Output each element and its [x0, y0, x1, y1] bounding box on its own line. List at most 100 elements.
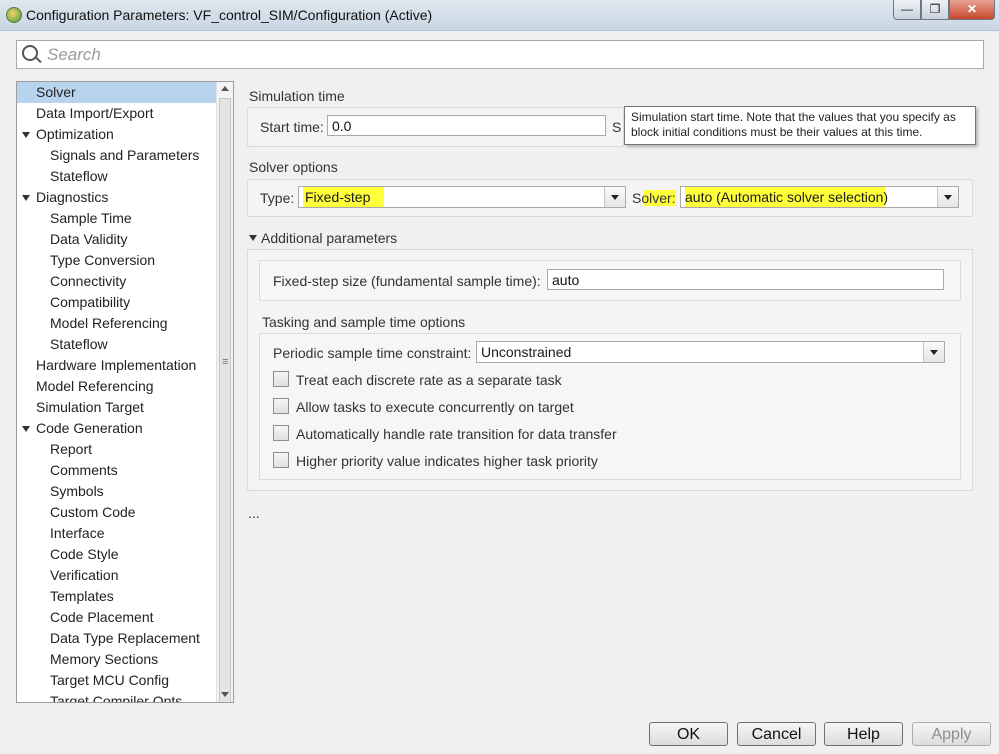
fixed-step-size-label: Fixed-step size (fundamental sample time… — [273, 273, 541, 289]
tree-item-label: Type Conversion — [50, 252, 156, 268]
tree-item[interactable]: Model Referencing — [17, 313, 168, 334]
tree-item[interactable]: Comments — [17, 460, 118, 481]
tree-item-label: Simulation Target — [36, 399, 144, 415]
checkbox-priority-label[interactable]: Higher priority value indicates higher t… — [296, 453, 598, 469]
collapse-triangle-icon[interactable] — [249, 235, 257, 241]
start-time-label: Start time: — [260, 119, 324, 135]
maximize-button[interactable]: ❐ — [921, 0, 949, 20]
chevron-down-icon[interactable] — [923, 342, 944, 362]
checkbox-rate-transition-label[interactable]: Automatically handle rate transition for… — [296, 426, 617, 442]
tree-item[interactable]: Custom Code — [17, 502, 136, 523]
tree-item[interactable]: Templates — [17, 586, 114, 607]
chevron-down-icon[interactable] — [937, 187, 958, 207]
checkbox-separate-task-label[interactable]: Treat each discrete rate as a separate t… — [296, 372, 562, 388]
tree-item[interactable]: Sample Time — [17, 208, 132, 229]
tree-item-label: Data Import/Export — [36, 105, 154, 121]
tree-item[interactable]: Stateflow — [17, 334, 108, 355]
solver-label-text: Solver: — [632, 190, 676, 206]
tree-item[interactable]: Memory Sections — [17, 649, 158, 670]
tree-item[interactable]: Report — [17, 439, 92, 460]
scrollbar-grip-icon: ≡ — [222, 356, 229, 368]
title-bar[interactable]: Configuration Parameters: VF_control_SIM… — [0, 0, 999, 31]
tree-item[interactable]: Stateflow — [17, 166, 108, 187]
simulink-app-icon — [6, 7, 22, 23]
tree-item-label: Compatibility — [50, 294, 131, 310]
tree-item[interactable]: Compatibility — [17, 292, 130, 313]
tree-item-label: Target MCU Config — [50, 672, 170, 688]
tree-item-label: Optimization — [36, 126, 114, 142]
cancel-button[interactable]: Cancel — [737, 722, 816, 746]
scroll-up-arrow-icon[interactable] — [221, 86, 229, 91]
tree-scrollbar[interactable]: ≡ — [216, 82, 233, 702]
dialog-button-bar: OK Cancel Help Apply — [0, 712, 999, 754]
tree-item[interactable]: Type Conversion — [17, 250, 155, 271]
solver-type-label: Type: — [260, 190, 295, 206]
window-title: Configuration Parameters: VF_control_SIM… — [26, 7, 433, 23]
tree-item[interactable]: Optimization — [17, 124, 114, 145]
search-input[interactable] — [45, 43, 969, 67]
solver-options-heading: Solver options — [249, 159, 338, 175]
tree-item[interactable]: Data Type Replacement — [17, 628, 200, 649]
periodic-constraint-dropdown[interactable]: Unconstrained — [476, 341, 945, 363]
expand-triangle-icon[interactable] — [22, 132, 30, 138]
solver-dropdown[interactable]: auto (Automatic solver selection) — [680, 186, 959, 208]
tree-item[interactable]: Diagnostics — [17, 187, 108, 208]
checkbox-rate-transition[interactable] — [273, 425, 289, 441]
configuration-dialog: Configuration Parameters: VF_control_SIM… — [0, 0, 999, 754]
tree-item[interactable]: Simulation Target — [17, 397, 144, 418]
tree-item[interactable]: Symbols — [17, 481, 104, 502]
expand-triangle-icon[interactable] — [22, 195, 30, 201]
tree-item[interactable]: Code Style — [17, 544, 118, 565]
start-time-tooltip: Simulation start time. Note that the val… — [624, 106, 976, 145]
tree-item[interactable]: Connectivity — [17, 271, 126, 292]
tree-item-label: Symbols — [50, 483, 104, 499]
tree-item[interactable]: Model Referencing — [17, 376, 154, 397]
search-box[interactable] — [16, 40, 984, 69]
tree-item-label: Code Placement — [50, 609, 154, 625]
tree-item[interactable]: Hardware Implementation — [17, 355, 196, 376]
tree-item-label: Connectivity — [50, 273, 127, 289]
scroll-down-arrow-icon[interactable] — [221, 692, 229, 697]
help-button[interactable]: Help — [824, 722, 903, 746]
checkbox-concurrent[interactable] — [273, 398, 289, 414]
more-ellipsis: ... — [248, 505, 260, 521]
tree-item[interactable]: Signals and Parameters — [17, 145, 199, 166]
tree-item[interactable]: Code Generation — [17, 418, 143, 439]
chevron-down-icon[interactable] — [604, 187, 625, 207]
category-tree[interactable]: Solver Data Import/Export Optimization Sign… — [16, 81, 234, 703]
tree-item[interactable]: Solver — [17, 82, 231, 103]
tree-item-label: Comments — [50, 462, 118, 478]
tree-item-label: Model Referencing — [36, 378, 154, 394]
tree-item-label: Data Type Replacement — [50, 630, 200, 646]
fixed-step-size-field[interactable]: auto — [547, 269, 944, 290]
solver-label: Solver: — [632, 190, 676, 206]
tree-item[interactable]: Verification — [17, 565, 118, 586]
solver-type-dropdown[interactable]: Fixed-step — [298, 186, 626, 208]
tree-item-label: Custom Code — [50, 504, 136, 520]
tree-item[interactable]: Data Import/Export — [17, 103, 154, 124]
tree-item-label: Stateflow — [50, 336, 108, 352]
tree-item[interactable]: Data Validity — [17, 229, 128, 250]
tree-item-label: Diagnostics — [36, 189, 109, 205]
scrollbar-thumb[interactable] — [219, 98, 231, 702]
tree-item[interactable]: Interface — [17, 523, 104, 544]
tree-item-label: Signals and Parameters — [50, 147, 200, 163]
tree-item[interactable]: Target Compiler Opts — [17, 691, 182, 702]
checkbox-concurrent-label[interactable]: Allow tasks to execute concurrently on t… — [296, 399, 574, 415]
apply-button[interactable]: Apply — [912, 722, 991, 746]
checkbox-priority[interactable] — [273, 452, 289, 468]
expand-triangle-icon[interactable] — [22, 426, 30, 432]
start-time-field[interactable]: 0.0 — [327, 115, 606, 136]
close-button[interactable]: ✕ — [949, 0, 995, 20]
periodic-constraint-label: Periodic sample time constraint: — [273, 345, 472, 361]
tooltip-line-1: Simulation start time. Note that the val… — [631, 110, 956, 124]
tree-item[interactable]: Code Placement — [17, 607, 154, 628]
window-controls: — ❐ ✕ — [893, 0, 995, 20]
tree-item-label: Templates — [50, 588, 114, 604]
tree-item[interactable]: Target MCU Config — [17, 670, 169, 691]
checkbox-separate-task[interactable] — [273, 371, 289, 387]
ok-button[interactable]: OK — [649, 722, 728, 746]
additional-parameters-heading[interactable]: Additional parameters — [261, 230, 397, 246]
tree-item-label: Interface — [50, 525, 105, 541]
minimize-button[interactable]: — — [893, 0, 921, 20]
